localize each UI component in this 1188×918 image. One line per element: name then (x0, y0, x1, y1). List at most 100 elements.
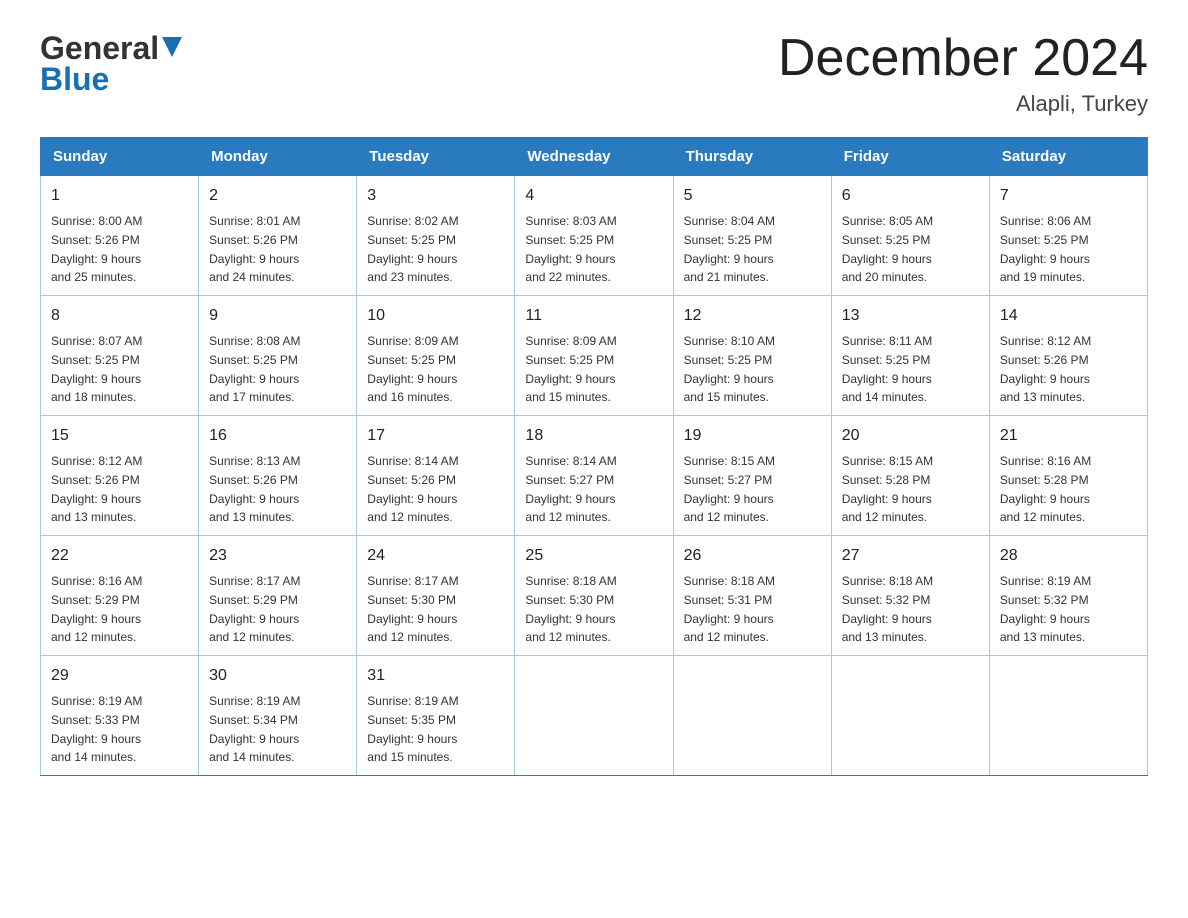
day-number: 7 (1000, 184, 1137, 208)
day-number: 1 (51, 184, 188, 208)
header-friday: Friday (831, 138, 989, 176)
calendar-day-cell: 16 Sunrise: 8:13 AMSunset: 5:26 PMDaylig… (199, 416, 357, 536)
calendar-day-cell: 13 Sunrise: 8:11 AMSunset: 5:25 PMDaylig… (831, 296, 989, 416)
day-info: Sunrise: 8:09 AMSunset: 5:25 PMDaylight:… (525, 334, 616, 404)
day-number: 20 (842, 424, 979, 448)
header-saturday: Saturday (989, 138, 1147, 176)
calendar-title: December 2024 (778, 30, 1148, 87)
day-number: 15 (51, 424, 188, 448)
day-info: Sunrise: 8:15 AMSunset: 5:28 PMDaylight:… (842, 454, 933, 524)
calendar-day-cell (831, 656, 989, 776)
calendar-day-cell: 23 Sunrise: 8:17 AMSunset: 5:29 PMDaylig… (199, 536, 357, 656)
day-number: 18 (525, 424, 662, 448)
day-number: 8 (51, 304, 188, 328)
header-monday: Monday (199, 138, 357, 176)
calendar-day-cell (989, 656, 1147, 776)
logo-triangle-icon (162, 37, 182, 62)
day-info: Sunrise: 8:12 AMSunset: 5:26 PMDaylight:… (51, 454, 142, 524)
calendar-day-cell: 27 Sunrise: 8:18 AMSunset: 5:32 PMDaylig… (831, 536, 989, 656)
calendar-day-cell: 11 Sunrise: 8:09 AMSunset: 5:25 PMDaylig… (515, 296, 673, 416)
day-info: Sunrise: 8:03 AMSunset: 5:25 PMDaylight:… (525, 214, 616, 284)
day-number: 11 (525, 304, 662, 328)
header-sunday: Sunday (41, 138, 199, 176)
calendar-day-cell: 6 Sunrise: 8:05 AMSunset: 5:25 PMDayligh… (831, 176, 989, 296)
header-thursday: Thursday (673, 138, 831, 176)
day-number: 27 (842, 544, 979, 568)
day-number: 2 (209, 184, 346, 208)
day-number: 13 (842, 304, 979, 328)
day-info: Sunrise: 8:15 AMSunset: 5:27 PMDaylight:… (684, 454, 775, 524)
day-info: Sunrise: 8:08 AMSunset: 5:25 PMDaylight:… (209, 334, 300, 404)
day-info: Sunrise: 8:01 AMSunset: 5:26 PMDaylight:… (209, 214, 300, 284)
header-wednesday: Wednesday (515, 138, 673, 176)
calendar-table: Sunday Monday Tuesday Wednesday Thursday… (40, 137, 1148, 776)
calendar-day-cell: 30 Sunrise: 8:19 AMSunset: 5:34 PMDaylig… (199, 656, 357, 776)
day-info: Sunrise: 8:09 AMSunset: 5:25 PMDaylight:… (367, 334, 458, 404)
day-number: 28 (1000, 544, 1137, 568)
calendar-day-cell: 21 Sunrise: 8:16 AMSunset: 5:28 PMDaylig… (989, 416, 1147, 536)
calendar-day-cell: 26 Sunrise: 8:18 AMSunset: 5:31 PMDaylig… (673, 536, 831, 656)
calendar-day-cell: 20 Sunrise: 8:15 AMSunset: 5:28 PMDaylig… (831, 416, 989, 536)
day-info: Sunrise: 8:19 AMSunset: 5:35 PMDaylight:… (367, 694, 458, 764)
page-header: General Blue December 2024 Alapli, Turke… (40, 30, 1148, 117)
day-info: Sunrise: 8:02 AMSunset: 5:25 PMDaylight:… (367, 214, 458, 284)
day-number: 30 (209, 664, 346, 688)
day-info: Sunrise: 8:13 AMSunset: 5:26 PMDaylight:… (209, 454, 300, 524)
day-number: 29 (51, 664, 188, 688)
calendar-day-cell (515, 656, 673, 776)
day-number: 6 (842, 184, 979, 208)
day-number: 26 (684, 544, 821, 568)
day-info: Sunrise: 8:12 AMSunset: 5:26 PMDaylight:… (1000, 334, 1091, 404)
day-info: Sunrise: 8:06 AMSunset: 5:25 PMDaylight:… (1000, 214, 1091, 284)
day-info: Sunrise: 8:00 AMSunset: 5:26 PMDaylight:… (51, 214, 142, 284)
calendar-day-cell: 12 Sunrise: 8:10 AMSunset: 5:25 PMDaylig… (673, 296, 831, 416)
calendar-day-cell: 22 Sunrise: 8:16 AMSunset: 5:29 PMDaylig… (41, 536, 199, 656)
calendar-day-cell (673, 656, 831, 776)
day-number: 14 (1000, 304, 1137, 328)
day-number: 23 (209, 544, 346, 568)
day-info: Sunrise: 8:16 AMSunset: 5:28 PMDaylight:… (1000, 454, 1091, 524)
calendar-day-cell: 15 Sunrise: 8:12 AMSunset: 5:26 PMDaylig… (41, 416, 199, 536)
day-info: Sunrise: 8:04 AMSunset: 5:25 PMDaylight:… (684, 214, 775, 284)
calendar-day-cell: 5 Sunrise: 8:04 AMSunset: 5:25 PMDayligh… (673, 176, 831, 296)
day-info: Sunrise: 8:17 AMSunset: 5:29 PMDaylight:… (209, 574, 300, 644)
day-info: Sunrise: 8:18 AMSunset: 5:31 PMDaylight:… (684, 574, 775, 644)
calendar-week-row: 29 Sunrise: 8:19 AMSunset: 5:33 PMDaylig… (41, 656, 1148, 776)
day-info: Sunrise: 8:14 AMSunset: 5:26 PMDaylight:… (367, 454, 458, 524)
calendar-day-cell: 1 Sunrise: 8:00 AMSunset: 5:26 PMDayligh… (41, 176, 199, 296)
calendar-week-row: 8 Sunrise: 8:07 AMSunset: 5:25 PMDayligh… (41, 296, 1148, 416)
calendar-week-row: 15 Sunrise: 8:12 AMSunset: 5:26 PMDaylig… (41, 416, 1148, 536)
calendar-day-cell: 28 Sunrise: 8:19 AMSunset: 5:32 PMDaylig… (989, 536, 1147, 656)
calendar-day-cell: 17 Sunrise: 8:14 AMSunset: 5:26 PMDaylig… (357, 416, 515, 536)
day-info: Sunrise: 8:10 AMSunset: 5:25 PMDaylight:… (684, 334, 775, 404)
calendar-day-cell: 2 Sunrise: 8:01 AMSunset: 5:26 PMDayligh… (199, 176, 357, 296)
day-info: Sunrise: 8:05 AMSunset: 5:25 PMDaylight:… (842, 214, 933, 284)
calendar-day-cell: 10 Sunrise: 8:09 AMSunset: 5:25 PMDaylig… (357, 296, 515, 416)
calendar-day-cell: 19 Sunrise: 8:15 AMSunset: 5:27 PMDaylig… (673, 416, 831, 536)
day-info: Sunrise: 8:14 AMSunset: 5:27 PMDaylight:… (525, 454, 616, 524)
calendar-day-cell: 9 Sunrise: 8:08 AMSunset: 5:25 PMDayligh… (199, 296, 357, 416)
day-number: 31 (367, 664, 504, 688)
day-info: Sunrise: 8:11 AMSunset: 5:25 PMDaylight:… (842, 334, 933, 404)
day-number: 22 (51, 544, 188, 568)
day-number: 9 (209, 304, 346, 328)
day-number: 25 (525, 544, 662, 568)
calendar-day-cell: 24 Sunrise: 8:17 AMSunset: 5:30 PMDaylig… (357, 536, 515, 656)
calendar-day-cell: 14 Sunrise: 8:12 AMSunset: 5:26 PMDaylig… (989, 296, 1147, 416)
day-number: 24 (367, 544, 504, 568)
calendar-subtitle: Alapli, Turkey (778, 91, 1148, 117)
day-number: 4 (525, 184, 662, 208)
day-info: Sunrise: 8:19 AMSunset: 5:32 PMDaylight:… (1000, 574, 1091, 644)
calendar-day-cell: 29 Sunrise: 8:19 AMSunset: 5:33 PMDaylig… (41, 656, 199, 776)
day-number: 10 (367, 304, 504, 328)
logo: General Blue (40, 30, 182, 98)
day-number: 21 (1000, 424, 1137, 448)
calendar-day-cell: 7 Sunrise: 8:06 AMSunset: 5:25 PMDayligh… (989, 176, 1147, 296)
day-info: Sunrise: 8:18 AMSunset: 5:30 PMDaylight:… (525, 574, 616, 644)
calendar-day-cell: 18 Sunrise: 8:14 AMSunset: 5:27 PMDaylig… (515, 416, 673, 536)
header-tuesday: Tuesday (357, 138, 515, 176)
day-info: Sunrise: 8:07 AMSunset: 5:25 PMDaylight:… (51, 334, 142, 404)
calendar-header-row: Sunday Monday Tuesday Wednesday Thursday… (41, 138, 1148, 176)
day-info: Sunrise: 8:19 AMSunset: 5:33 PMDaylight:… (51, 694, 142, 764)
day-info: Sunrise: 8:18 AMSunset: 5:32 PMDaylight:… (842, 574, 933, 644)
